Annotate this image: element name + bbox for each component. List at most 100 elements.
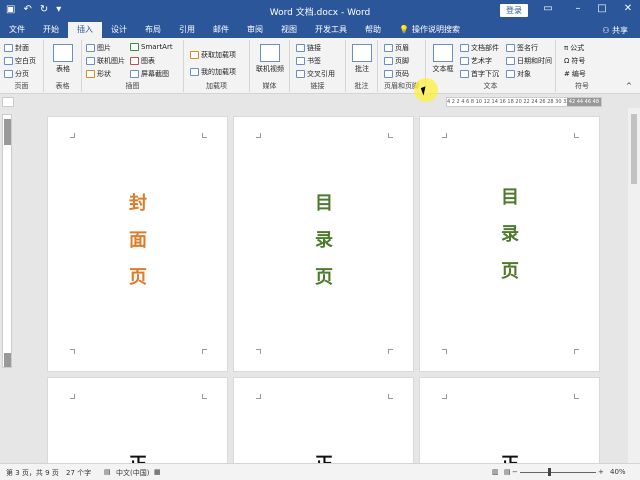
numbering-button[interactable]: # 编号 [564,69,586,79]
smartart-icon [130,43,139,51]
page-cover[interactable]: 封 面 页 [47,116,228,372]
page-number-button[interactable]: 页码 [384,69,409,79]
tab-references[interactable]: 引用 [170,22,204,38]
share-label: 共享 [612,26,628,35]
read-mode-icon[interactable]: ▥ [492,468,499,476]
object-icon [506,70,515,78]
tab-view[interactable]: 视图 [272,22,306,38]
margin-mark [202,349,207,354]
bookmark-button[interactable]: 书签 [296,56,321,66]
signature-line-button[interactable]: 签名行 [506,43,538,53]
margin-mark [442,394,447,399]
blank-page-button[interactable]: 空白页 [4,56,36,66]
shapes-label: 形状 [97,70,111,78]
group-tables-label: 表格 [55,82,70,90]
minimize-icon[interactable]: – [570,3,586,14]
vertical-scrollbar[interactable] [628,108,640,463]
word-count[interactable]: 27 个字 [66,468,91,478]
print-layout-icon[interactable]: ▤ [504,468,511,476]
page-body-2[interactable]: 正 [233,377,414,463]
page-toc-2[interactable]: 目 录 页 [419,116,600,372]
pi-icon: π [564,44,569,52]
ribbon-display-icon[interactable]: ▭ [540,3,556,14]
object-label: 对象 [517,70,531,78]
equation-button[interactable]: π 公式 [564,43,584,53]
my-addins-label: 我的加载项 [201,68,236,76]
cross-reference-icon [296,70,305,78]
tab-insert[interactable]: 插入 [68,22,102,38]
symbol-button[interactable]: Ω 符号 [564,56,585,66]
tab-help[interactable]: 帮助 [356,22,390,38]
table-button-label: 表格 [56,65,70,73]
language[interactable]: 中文(中国) [116,468,149,478]
scrollbar-thumb[interactable] [631,114,637,184]
symbol-label: 符号 [571,57,586,65]
wordart-button[interactable]: 艺术字 [460,56,492,66]
group-pages-label: 页面 [14,82,29,90]
tell-me-search[interactable]: 💡 操作说明搜索 [390,22,469,38]
document-canvas[interactable]: 封 面 页 目 录 页 目 录 页 正 正 [14,108,626,463]
drop-cap-button[interactable]: 首字下沉 [460,69,499,79]
object-button[interactable]: 对象 [506,69,531,79]
bookmark-icon [296,57,305,65]
toc-char: 录 [501,224,519,245]
group-addins-label: 加载项 [206,82,227,90]
table-button[interactable]: 表格 [50,44,76,74]
textbox-button[interactable]: 文本框 [428,44,458,74]
macro-icon[interactable]: ▦ [154,468,161,476]
screenshot-button[interactable]: 屏幕截图 [130,69,169,79]
tab-layout[interactable]: 布局 [136,22,170,38]
date-time-button[interactable]: 日期和时间 [506,56,552,66]
title-bar: ▣ ↶ ↻ ▾ Word 文档.docx - Word 登录 ▭ – □ ✕ [0,0,640,22]
zoom-level[interactable]: 40% [610,468,626,476]
cover-page-button[interactable]: 封面 [4,43,29,53]
tab-home[interactable]: 开始 [34,22,68,38]
cross-reference-button[interactable]: 交叉引用 [296,69,335,79]
quick-parts-button[interactable]: 文档部件 [460,43,499,53]
tab-design[interactable]: 设计 [102,22,136,38]
page-body-3[interactable]: 正 [419,377,600,463]
horizontal-ruler[interactable]: 4 2 2 4 6 8 10 12 14 16 18 20 22 24 26 2… [446,97,602,107]
zoom-out-icon[interactable]: − [512,468,518,476]
margin-mark [202,394,207,399]
zoom-slider[interactable] [520,472,596,473]
page-count[interactable]: 第 3 页，共 9 页 [6,468,59,478]
link-button[interactable]: 链接 [296,43,321,53]
page-break-button[interactable]: 分页 [4,69,29,79]
chart-button[interactable]: 图表 [130,56,155,66]
proofing-icon[interactable]: ▤ [104,468,111,476]
login-button[interactable]: 登录 [500,4,528,17]
share-button[interactable]: ⚇ 共享 [602,25,628,36]
zoom-in-icon[interactable]: + [598,468,604,476]
vertical-ruler[interactable] [2,114,12,368]
wordart-icon [460,57,469,65]
cover-char: 页 [129,267,147,288]
tab-file[interactable]: 文件 [0,22,34,38]
tab-review[interactable]: 审阅 [238,22,272,38]
tab-developer[interactable]: 开发工具 [306,22,356,38]
blank-page-label: 空白页 [15,57,36,65]
comment-button[interactable]: 批注 [349,44,375,74]
tab-selector[interactable] [2,97,14,107]
tab-mailings[interactable]: 邮件 [204,22,238,38]
my-addins-button[interactable]: 我的加载项 [190,67,236,77]
margin-mark [256,133,261,138]
toc-page-text: 目 录 页 [490,183,530,294]
pictures-button[interactable]: 图片 [86,43,111,53]
footer-button[interactable]: 页脚 [384,56,409,66]
ruler-top-margin [4,119,11,145]
page-body-1[interactable]: 正 [47,377,228,463]
page-toc-1[interactable]: 目 录 页 [233,116,414,372]
textbox-icon [433,44,453,62]
online-video-button[interactable]: 联机视频 [254,44,286,74]
online-pictures-button[interactable]: 联机图片 [86,56,125,66]
omega-icon: Ω [564,57,570,65]
smartart-button[interactable]: SmartArt [130,43,173,51]
zoom-slider-handle[interactable] [548,468,551,476]
get-addins-button[interactable]: 获取加载项 [190,50,236,60]
maximize-icon[interactable]: □ [594,3,610,14]
collapse-ribbon-icon[interactable]: ^ [626,82,632,90]
shapes-button[interactable]: 形状 [86,69,111,79]
close-icon[interactable]: ✕ [620,3,636,14]
header-button[interactable]: 页眉 [384,43,409,53]
